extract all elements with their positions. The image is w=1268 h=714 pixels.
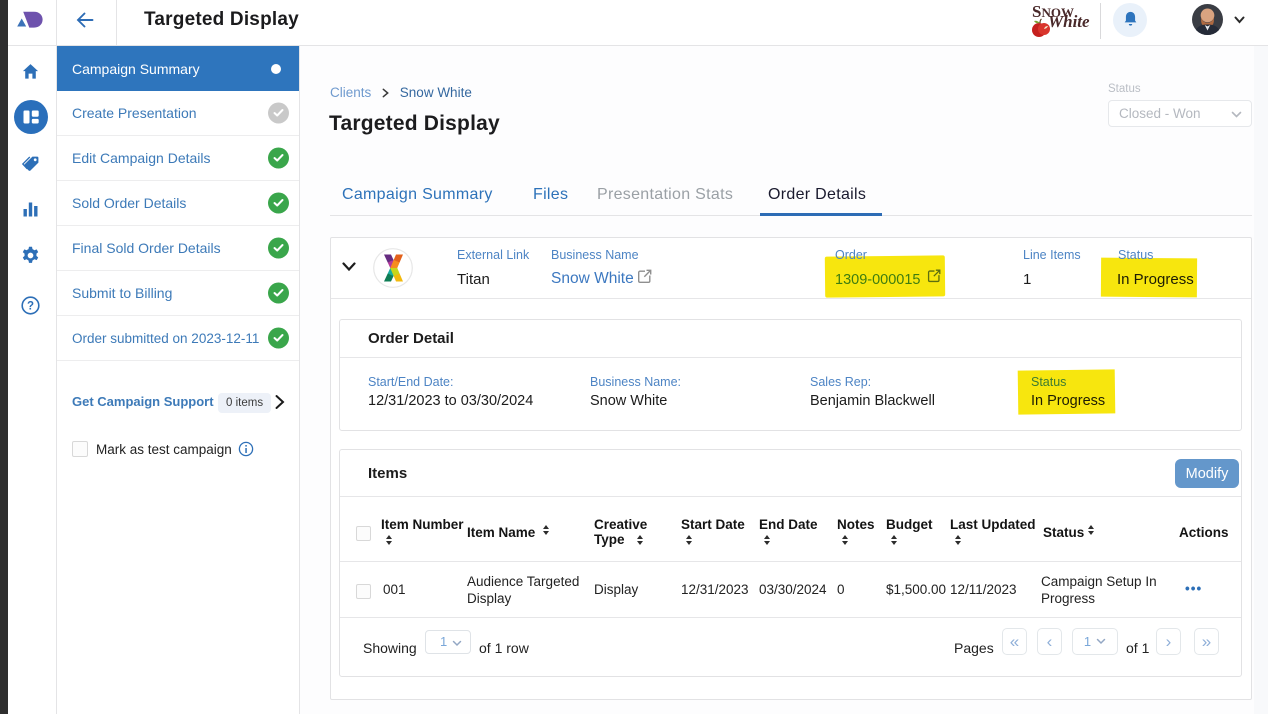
svg-text:?: ? (27, 301, 34, 313)
